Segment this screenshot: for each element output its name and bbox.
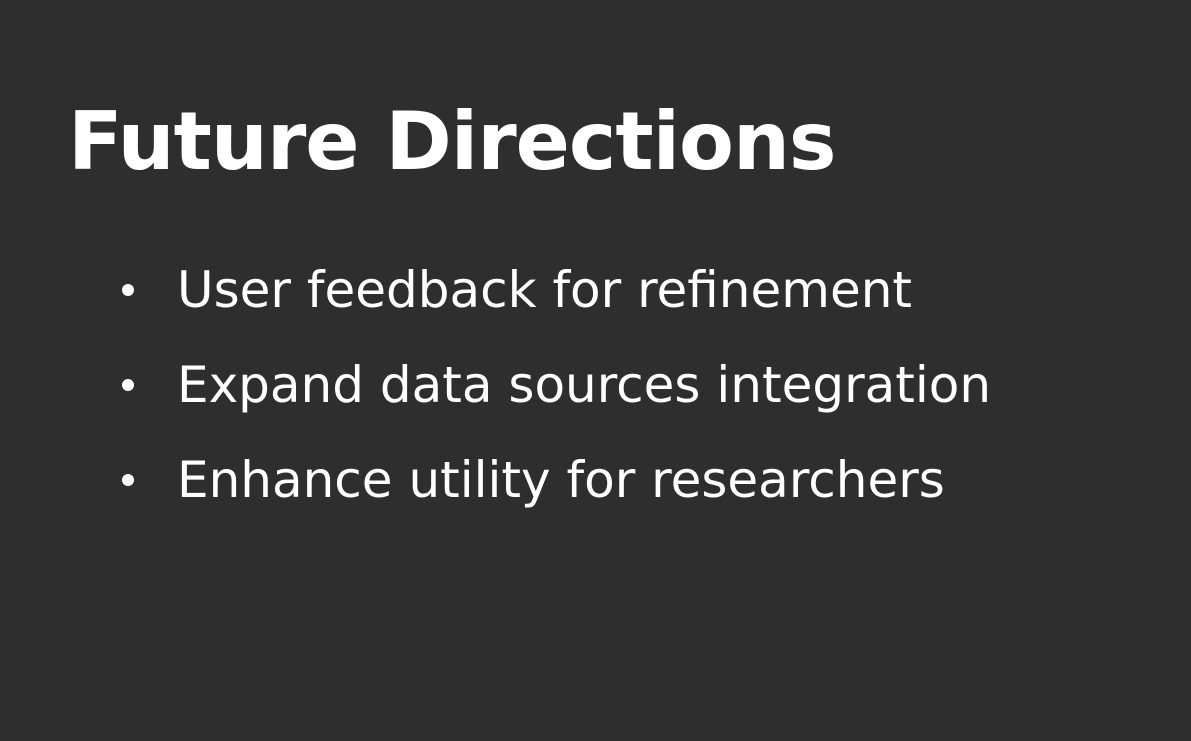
list-item: User feedback for refinement [122,258,991,353]
slide: Future Directions User feedback for refi… [0,0,1191,741]
bullet-text: Expand data sources integration [177,356,992,414]
bullet-list: User feedback for refinement Expand data… [122,258,991,543]
bullet-dot-icon [122,474,134,486]
bullet-text: Enhance utility for researchers [177,451,945,509]
bullet-text: User feedback for refinement [177,261,913,319]
list-item: Expand data sources integration [122,353,991,448]
bullet-dot-icon [122,379,134,391]
slide-title: Future Directions [68,95,837,188]
bullet-dot-icon [122,284,134,296]
list-item: Enhance utility for researchers [122,448,991,543]
